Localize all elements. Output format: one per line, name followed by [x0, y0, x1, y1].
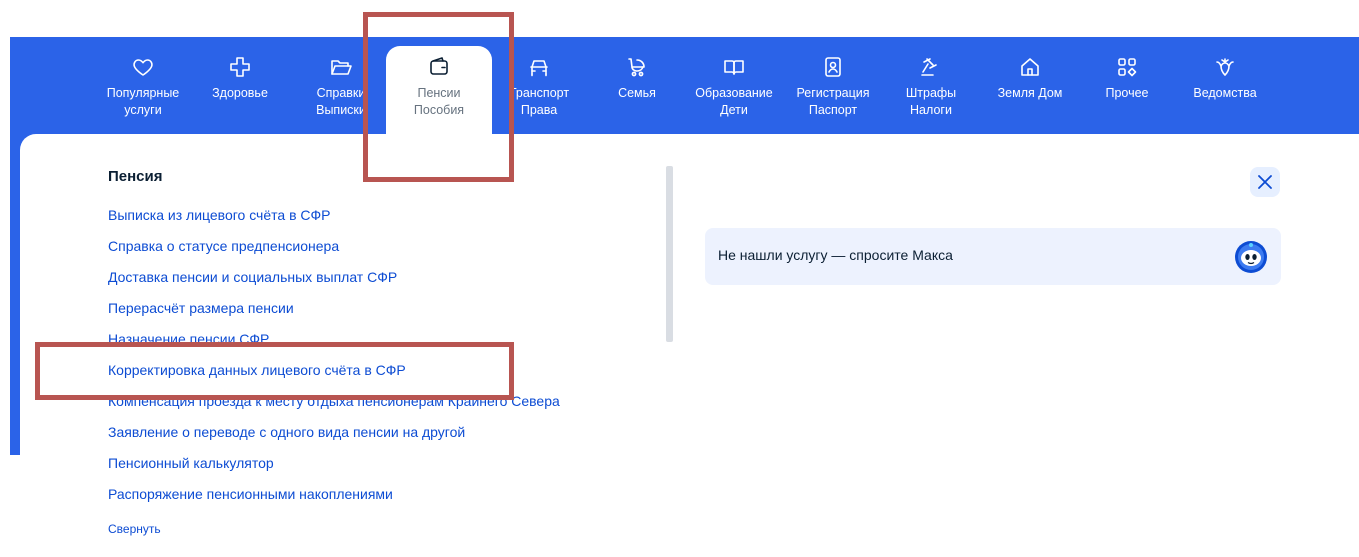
- service-link[interactable]: Справка о статусе предпенсионера: [108, 236, 560, 267]
- nav-item-certificates[interactable]: Справки Выписки: [289, 53, 393, 119]
- nav-item-label: Образование Дети: [695, 86, 773, 117]
- nav-item-pensions[interactable]: Пенсии Пособия: [386, 46, 492, 142]
- service-link[interactable]: Назначение пенсии СФР: [108, 329, 560, 360]
- service-link[interactable]: Выписка из лицевого счёта в СФР: [108, 205, 560, 236]
- wallet-icon: [425, 53, 453, 81]
- collapse-link[interactable]: Свернуть: [108, 522, 161, 536]
- nav-item-label: Регистрация Паспорт: [796, 86, 870, 117]
- scrollbar[interactable]: [666, 166, 673, 342]
- nav-item-transport[interactable]: Транспорт Права: [487, 53, 591, 119]
- folder-icon: [327, 53, 355, 81]
- house-icon: [1016, 53, 1044, 81]
- gavel-icon: [917, 53, 945, 81]
- stroller-icon: [623, 53, 651, 81]
- book-icon: [720, 53, 748, 81]
- nav-item-label: Штрафы Налоги: [905, 86, 957, 117]
- service-link[interactable]: Доставка пенсии и социальных выплат СФР: [108, 267, 560, 298]
- nav-item-label: Пенсии Пособия: [413, 86, 465, 117]
- id-card-icon: [819, 53, 847, 81]
- section-title: Пенсия: [108, 168, 163, 185]
- nav-item-registration[interactable]: Регистрация Паспорт: [781, 53, 885, 119]
- nav-item-health[interactable]: Здоровье: [188, 53, 292, 102]
- nav-item-label: Прочее: [1105, 86, 1149, 100]
- medical-cross-icon: [226, 53, 254, 81]
- nav-item-agencies[interactable]: Ведомства: [1173, 53, 1277, 102]
- service-link[interactable]: Распоряжение пенсионными накоплениями: [108, 484, 560, 515]
- nav-item-label: Справки Выписки: [316, 86, 366, 117]
- close-icon: [1258, 175, 1272, 189]
- service-link[interactable]: Компенсация проезда к месту отдыха пенси…: [108, 391, 560, 422]
- service-link[interactable]: Перерасчёт размера пенсии: [108, 298, 560, 329]
- ask-assistant-banner[interactable]: Не нашли услугу — спросите Макса: [705, 228, 1281, 285]
- nav-item-label: Земля Дом: [997, 86, 1063, 100]
- nav-item-fines[interactable]: Штрафы Налоги: [879, 53, 983, 119]
- grid-icon: [1113, 53, 1141, 81]
- close-button[interactable]: [1250, 167, 1280, 197]
- nav-item-label: Популярные услуги: [106, 86, 180, 117]
- nav-item-other[interactable]: Прочее: [1075, 53, 1179, 102]
- car-icon: [525, 53, 553, 81]
- services-list: Выписка из лицевого счёта в СФР Справка …: [108, 205, 560, 515]
- nav-item-label: Здоровье: [212, 86, 268, 100]
- nav-item-label: Ведомства: [1193, 86, 1257, 100]
- nav-item-family[interactable]: Семья: [585, 53, 689, 102]
- heart-icon: [129, 53, 157, 81]
- robot-avatar-icon: [1235, 241, 1267, 273]
- service-link[interactable]: Пенсионный калькулятор: [108, 453, 560, 484]
- nav-item-education[interactable]: Образование Дети: [682, 53, 786, 119]
- nav-item-land-house[interactable]: Земля Дом: [978, 53, 1082, 102]
- emblem-icon: [1211, 53, 1239, 81]
- ask-assistant-text: Не нашли услугу — спросите Макса: [718, 247, 953, 263]
- nav-item-label: Транспорт Права: [508, 86, 570, 117]
- service-link[interactable]: Корректировка данных лицевого счёта в СФ…: [108, 360, 560, 391]
- service-link[interactable]: Заявление о переводе с одного вида пенси…: [108, 422, 560, 453]
- nav-item-label: Семья: [618, 86, 656, 100]
- nav-item-popular[interactable]: Популярные услуги: [91, 53, 195, 119]
